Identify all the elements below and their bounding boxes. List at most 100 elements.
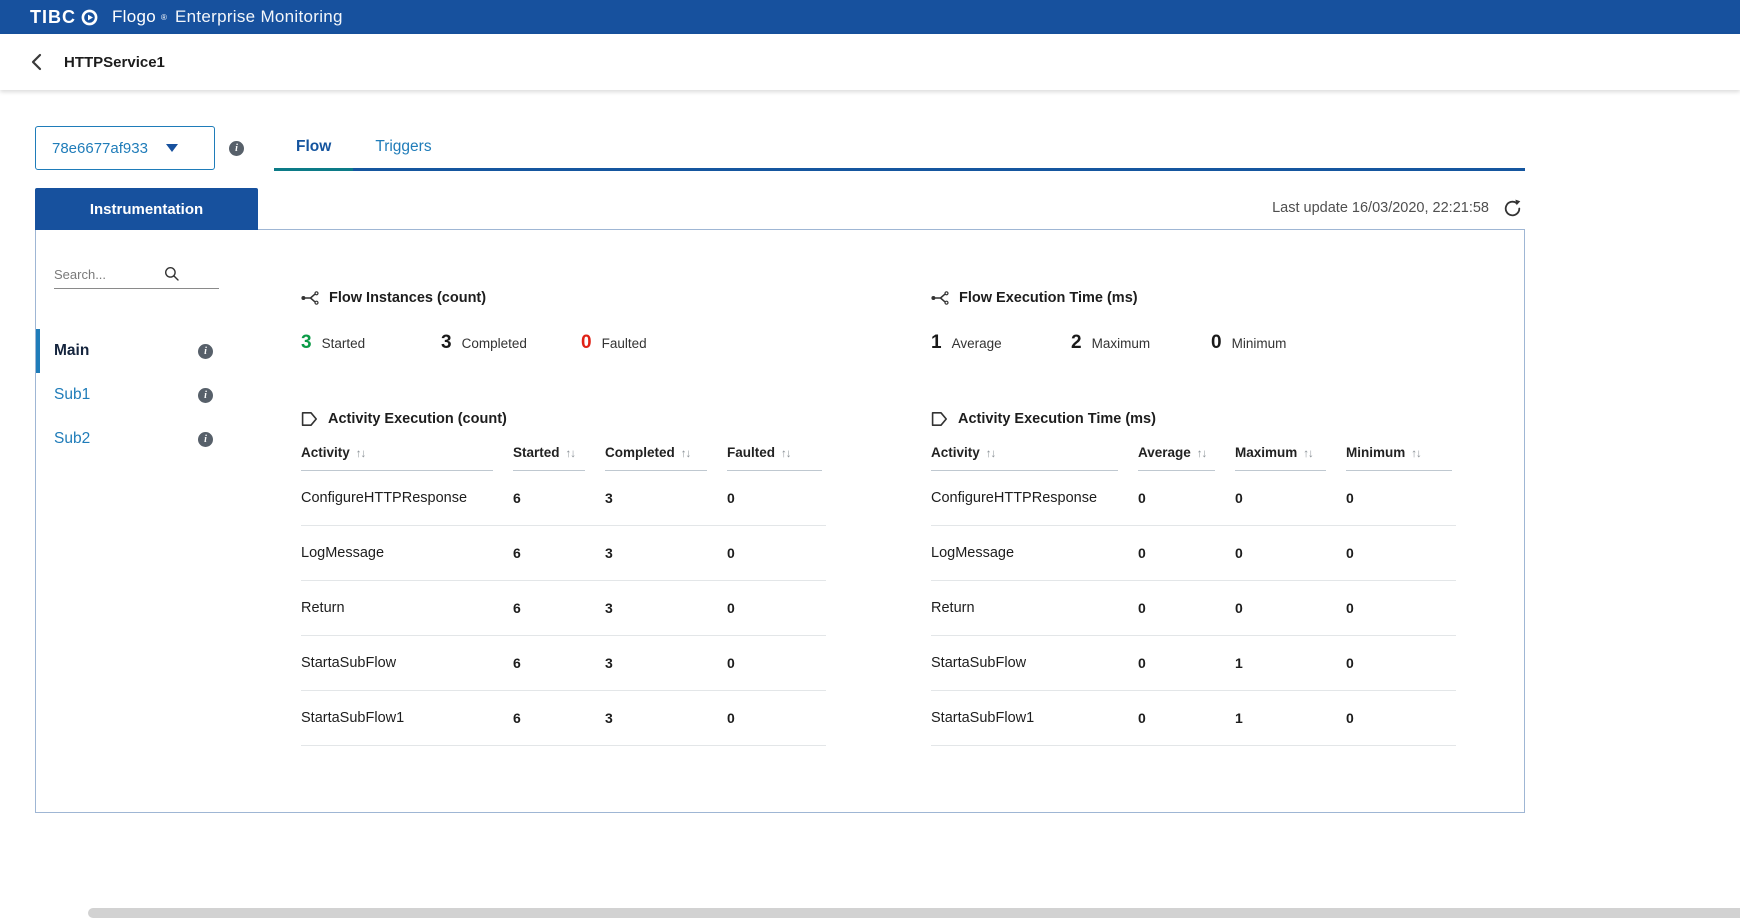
table-cell: Return xyxy=(301,581,513,636)
table-cell: 0 xyxy=(727,691,826,746)
column-header-label: Completed xyxy=(605,445,675,460)
column-header-completed[interactable]: Completed ↑↓ xyxy=(605,445,727,471)
metric-label: Maximum xyxy=(1092,336,1151,351)
tab-instrumentation[interactable]: Instrumentation xyxy=(35,188,258,230)
table-cell: 0 xyxy=(1235,471,1346,526)
activity-execution-time-section: Activity Execution Time (ms) Activity↑↓A… xyxy=(931,411,1524,746)
table-cell: 6 xyxy=(513,691,605,746)
metric-label: Completed xyxy=(462,336,527,351)
sort-icon: ↑↓ xyxy=(986,448,996,460)
metrics-main: Flow Instances (count) 3 Started 3 Compl… xyxy=(261,230,1524,812)
sidebar-item-label: Sub2 xyxy=(54,430,90,448)
column-header-label: Started xyxy=(513,445,560,460)
column-header-started[interactable]: Started↑↓ xyxy=(513,445,605,471)
instrumentation-panel: Main i Sub1 i Sub2 i xyxy=(35,229,1525,813)
table-cell: 0 xyxy=(727,526,826,581)
table-cell: 0 xyxy=(1346,581,1456,636)
table-row: StartaSubFlow010 xyxy=(931,636,1456,691)
instance-dropdown[interactable]: 78e6677af933 xyxy=(35,126,215,170)
flow-execution-time-title: Flow Execution Time (ms) xyxy=(931,290,1524,306)
tab-flow-label: Flow xyxy=(296,138,331,156)
column-header-activity[interactable]: Activity ↑↓ xyxy=(931,445,1138,471)
info-icon[interactable]: i xyxy=(198,388,213,403)
search-input[interactable] xyxy=(54,267,158,282)
column-header-faulted[interactable]: Faulted ↑↓ xyxy=(727,445,826,471)
app-top-bar: TIBC Flogo ® Enterprise Monitoring xyxy=(0,0,1740,34)
tab-triggers-label: Triggers xyxy=(375,138,431,156)
table-cell: StartaSubFlow1 xyxy=(301,691,513,746)
flow-branch-icon xyxy=(301,291,319,305)
table-cell: 0 xyxy=(727,581,826,636)
column-header-label: Activity xyxy=(301,445,350,460)
column-header-label: Maximum xyxy=(1235,445,1297,460)
table-cell: 0 xyxy=(1138,691,1235,746)
column-header-label: Average xyxy=(1138,445,1191,460)
page-title: HTTPService1 xyxy=(64,54,165,71)
sort-icon: ↑↓ xyxy=(681,448,691,460)
sidebar-item-main[interactable]: Main i xyxy=(36,329,261,373)
tibco-flogo-logo: TIBC Flogo ® Enterprise Monitoring xyxy=(30,7,343,28)
info-icon[interactable]: i xyxy=(198,344,213,359)
brand-tibco-text: TIBC xyxy=(30,7,76,28)
right-column: Flow Execution Time (ms) 1 Average 2 Max… xyxy=(931,290,1524,746)
table-cell: 0 xyxy=(1138,471,1235,526)
metric-value: 2 xyxy=(1071,332,1082,354)
horizontal-scrollbar[interactable] xyxy=(88,908,1740,918)
table-cell: 0 xyxy=(1235,526,1346,581)
instance-info-icon[interactable]: i xyxy=(229,141,244,156)
table-row: LogMessage000 xyxy=(931,526,1456,581)
sidebar-item-sub1[interactable]: Sub1 i xyxy=(36,373,261,417)
flow-sidebar: Main i Sub1 i Sub2 i xyxy=(36,230,261,812)
table-cell: LogMessage xyxy=(931,526,1138,581)
refresh-button[interactable] xyxy=(1501,197,1523,219)
metric-minimum: 0 Minimum xyxy=(1211,332,1307,354)
metric-value: 3 xyxy=(441,332,452,354)
tab-flow[interactable]: Flow xyxy=(274,125,353,171)
activity-tag-icon xyxy=(301,411,318,427)
metric-value: 3 xyxy=(301,332,312,354)
table-row: StartaSubFlow1010 xyxy=(931,691,1456,746)
tab-triggers[interactable]: Triggers xyxy=(353,125,453,168)
flow-branch-icon xyxy=(931,291,949,305)
sidebar-item-label: Sub1 xyxy=(54,386,90,404)
sort-icon: ↑↓ xyxy=(1303,448,1313,460)
column-header-maximum[interactable]: Maximum ↑↓ xyxy=(1235,445,1346,471)
column-header-minimum[interactable]: Minimum↑↓ xyxy=(1346,445,1456,471)
metric-maximum: 2 Maximum xyxy=(1071,332,1167,354)
table-header-row: Activity↑↓Started↑↓Completed ↑↓ Faulted ↑↓ xyxy=(301,445,826,471)
sidebar-item-label: Main xyxy=(54,342,89,360)
toolbar-row: 78e6677af933 i Flow Triggers xyxy=(35,125,1525,171)
activity-execution-count-section: Activity Execution (count) Activity↑↓Sta… xyxy=(301,411,931,746)
table-cell: 0 xyxy=(727,636,826,691)
instance-dropdown-value: 78e6677af933 xyxy=(52,140,148,157)
column-header-average[interactable]: Average↑↓ xyxy=(1138,445,1235,471)
table-cell: 0 xyxy=(1346,636,1456,691)
table-cell: 6 xyxy=(513,636,605,691)
last-update-text: Last update 16/03/2020, 22:21:58 xyxy=(1272,200,1489,216)
sidebar-item-sub2[interactable]: Sub2 i xyxy=(36,417,261,461)
tibco-o-icon xyxy=(81,9,98,26)
metric-label: Started xyxy=(322,336,366,351)
section-title-label: Activity Execution Time (ms) xyxy=(958,411,1156,427)
section-title-label: Activity Execution (count) xyxy=(328,411,507,427)
content-area: 78e6677af933 i Flow Triggers Instrumenta… xyxy=(35,125,1525,813)
column-header-activity[interactable]: Activity↑↓ xyxy=(301,445,513,471)
table-cell: 0 xyxy=(1235,581,1346,636)
activity-execution-time-table: Activity ↑↓ Average↑↓Maximum ↑↓ Minimum↑↓Con… xyxy=(931,445,1456,746)
tab-bar: Flow Triggers xyxy=(274,125,1525,171)
table-cell: 0 xyxy=(1138,581,1235,636)
table-cell: 0 xyxy=(1346,691,1456,746)
table-cell: 0 xyxy=(727,471,826,526)
back-button[interactable] xyxy=(24,48,52,76)
refresh-icon xyxy=(1502,198,1523,219)
flow-execution-time-metrics: 1 Average 2 Maximum 0 Minimum xyxy=(931,332,1524,356)
table-row: ConfigureHTTPResponse630 xyxy=(301,471,826,526)
table-cell: 6 xyxy=(513,526,605,581)
info-icon[interactable]: i xyxy=(198,432,213,447)
table-cell: 1 xyxy=(1235,691,1346,746)
sort-icon: ↑↓ xyxy=(781,448,791,460)
column-header-label: Activity xyxy=(931,445,980,460)
table-row: ConfigureHTTPResponse000 xyxy=(931,471,1456,526)
column-header-label: Faulted xyxy=(727,445,775,460)
section-title-label: Flow Instances (count) xyxy=(329,290,486,306)
